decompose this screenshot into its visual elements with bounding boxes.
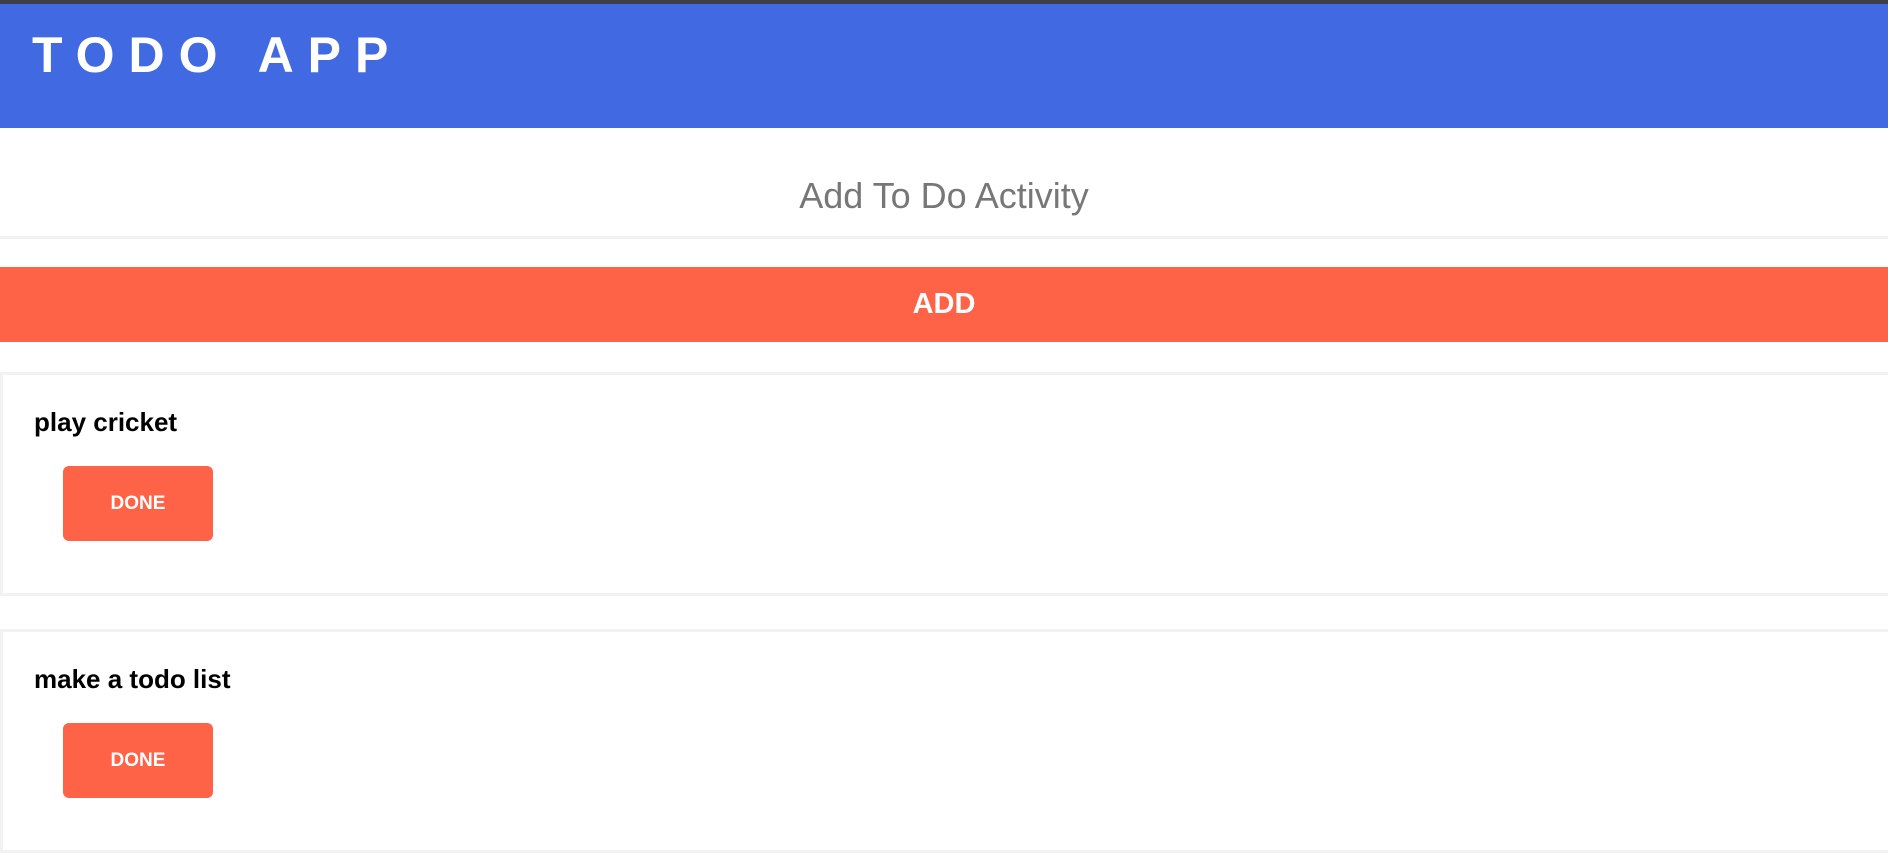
- todo-item: play cricket DONE: [0, 372, 1888, 596]
- todo-text: play cricket: [34, 407, 178, 437]
- todo-item: make a todo list DONE: [0, 629, 1888, 853]
- todo-input[interactable]: [0, 128, 1888, 236]
- todo-text: make a todo list: [34, 664, 231, 694]
- app-title: TODO APP: [32, 27, 403, 83]
- add-todo-form: [0, 128, 1888, 239]
- app-header: TODO APP: [0, 4, 1888, 128]
- done-button[interactable]: DONE: [63, 466, 213, 541]
- done-button[interactable]: DONE: [63, 723, 213, 798]
- add-button[interactable]: ADD: [0, 267, 1888, 342]
